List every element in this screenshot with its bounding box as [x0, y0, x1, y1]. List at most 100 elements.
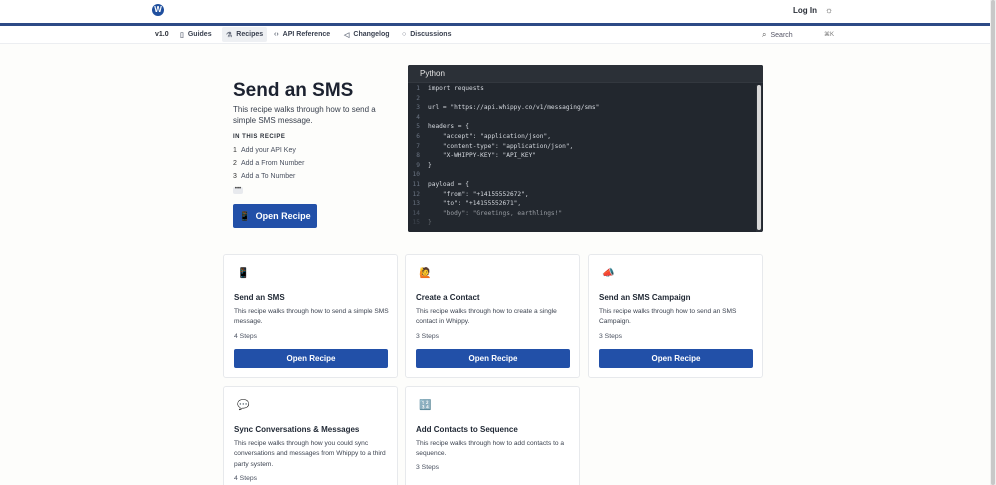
line-number: 12: [412, 190, 420, 198]
logo[interactable]: W: [152, 4, 164, 16]
line-number: 8: [416, 152, 420, 160]
search-placeholder: Search: [770, 31, 793, 39]
tab-guides[interactable]: ▯ Guides: [176, 27, 216, 42]
code-text: "content-type": "application/json",: [428, 142, 574, 150]
card-description: This recipe walks through how to create …: [416, 308, 557, 326]
line-number: 7: [416, 142, 420, 150]
tab-api-reference[interactable]: ‹› API Reference: [270, 27, 334, 42]
code-line: 2: [408, 95, 756, 105]
recipe-card: 🙋 Create a Contact This recipe walks thr…: [405, 254, 580, 378]
code-icon: ‹›: [274, 31, 279, 38]
login-button[interactable]: Log In: [793, 6, 817, 15]
card-step-count: 4 Steps: [234, 475, 258, 482]
card-step-count: 3 Steps: [416, 333, 440, 340]
nav-bar: v1.0 ▯ Guides ⚗ Recipes ‹› API Reference…: [0, 26, 990, 44]
button-label: Open Recipe: [255, 211, 311, 221]
page-scrollbar[interactable]: [990, 0, 996, 485]
line-number: 9: [416, 161, 420, 169]
top-bar: W Log In ☼: [0, 0, 990, 23]
tab-label: Discussions: [410, 31, 452, 38]
code-line: 8 "X-WHIPPY-KEY": "API_KEY": [408, 152, 756, 162]
code-text: "X-WHIPPY-KEY": "API_KEY": [428, 152, 537, 160]
recipe-step-3[interactable]: 3 Add a To Number: [233, 173, 304, 186]
card-description: This recipe walks through how to send a …: [234, 308, 389, 326]
code-line: 7 "content-type": "application/json",: [408, 143, 756, 153]
code-text: "accept": "application/json",: [428, 132, 551, 140]
in-this-recipe-heading: IN THIS RECIPE: [233, 134, 286, 140]
step-label: Add a From Number: [241, 160, 305, 167]
code-line: 11 payload = {: [408, 181, 756, 191]
megaphone-icon: 📣: [602, 268, 615, 279]
line-number: 4: [416, 113, 420, 121]
code-scrollbar-thumb[interactable]: [757, 85, 761, 230]
card-title: Add Contacts to Sequence: [416, 425, 518, 434]
code-language-tab[interactable]: Python: [408, 65, 763, 83]
search-shortcut: ⌘K: [823, 32, 834, 38]
chat-icon: ○: [402, 31, 407, 38]
step-label: Add a To Number: [241, 173, 296, 180]
code-line: 4: [408, 114, 756, 124]
megaphone-icon: ◁: [344, 31, 350, 39]
card-step-count: 4 Steps: [234, 333, 258, 340]
code-line: 10: [408, 171, 756, 181]
step-number: 1: [233, 147, 237, 154]
step-label: Add your API Key: [241, 147, 296, 154]
card-title: Send an SMS Campaign: [599, 293, 691, 302]
card-title: Create a Contact: [416, 293, 480, 302]
search-input[interactable]: ⌕ Search ⌘K: [762, 29, 836, 41]
code-line: 6 "accept": "application/json",: [408, 133, 756, 143]
code-text: "from": "+14155552672",: [428, 190, 529, 198]
tab-discussions[interactable]: ○ Discussions: [398, 27, 455, 42]
code-line: 9}: [408, 162, 756, 172]
card-description: This recipe walks through how to add con…: [416, 440, 565, 458]
scrollbar-thumb[interactable]: [991, 0, 995, 485]
open-recipe-button[interactable]: 📱 Open Recipe: [233, 204, 317, 228]
tab-recipes[interactable]: ⚗ Recipes: [222, 27, 268, 42]
recipe-card: 💬 Sync Conversations & Messages This rec…: [223, 386, 398, 485]
line-number: 5: [416, 123, 420, 131]
recipe-steps-list: 1 Add your API Key 2 Add a From Number 3 Ad…: [233, 147, 304, 186]
line-number: 3: [416, 104, 420, 112]
recipe-step-1[interactable]: 1 Add your API Key: [233, 147, 304, 160]
speech-bubble-icon: 💬: [237, 400, 250, 411]
more-steps-button[interactable]: •••: [233, 186, 243, 194]
book-icon: ▯: [180, 31, 184, 39]
code-text: }: [428, 161, 432, 169]
tab-label: Recipes: [236, 31, 264, 38]
sun-icon[interactable]: ☼: [824, 5, 834, 15]
open-recipe-button[interactable]: Open Recipe: [416, 349, 570, 368]
code-text: payload = {: [428, 180, 469, 188]
open-recipe-button[interactable]: Open Recipe: [599, 349, 753, 368]
card-step-count: 3 Steps: [599, 333, 623, 340]
tab-label: Changelog: [353, 31, 390, 38]
recipe-step-2[interactable]: 2 Add a From Number: [233, 160, 304, 173]
person-raising-hand-icon: 🙋: [419, 268, 432, 279]
line-number: 6: [416, 132, 420, 140]
recipe-card: 📱 Send an SMS This recipe walks through …: [223, 254, 398, 378]
card-title: Send an SMS: [234, 293, 285, 302]
code-line: 12 "from": "+14155552672",: [408, 191, 756, 201]
numbers-icon: 🔢: [419, 400, 432, 411]
code-text: headers = {: [428, 123, 469, 131]
step-number: 3: [233, 173, 237, 180]
version-label[interactable]: v1.0: [155, 31, 169, 38]
line-number: 2: [416, 94, 420, 102]
phone-icon: 📱: [239, 210, 251, 221]
step-number: 2: [233, 160, 237, 167]
card-step-count: 3 Steps: [416, 464, 440, 471]
code-scrollbar[interactable]: [756, 85, 762, 232]
flask-icon: ⚗: [226, 31, 233, 39]
card-description: This recipe walks through how you could …: [234, 440, 386, 468]
recipe-card: 🔢 Add Contacts to Sequence This recipe w…: [405, 386, 580, 485]
tab-label: API Reference: [282, 31, 331, 38]
card-description: This recipe walks through how to send an…: [599, 308, 737, 326]
tab-label: Guides: [187, 31, 212, 38]
open-recipe-button[interactable]: Open Recipe: [234, 349, 388, 368]
code-line: 3 url = "https://api.whippy.co/v1/messagi…: [408, 104, 756, 114]
tab-changelog[interactable]: ◁ Changelog: [340, 27, 394, 42]
code-line: 1 import requests: [408, 85, 756, 95]
search-icon: ⌕: [762, 30, 767, 39]
line-number: 11: [412, 180, 420, 188]
page-description: This recipe walks through how to send a …: [233, 105, 376, 125]
recipe-card: 📣 Send an SMS Campaign This recipe walks…: [588, 254, 763, 378]
